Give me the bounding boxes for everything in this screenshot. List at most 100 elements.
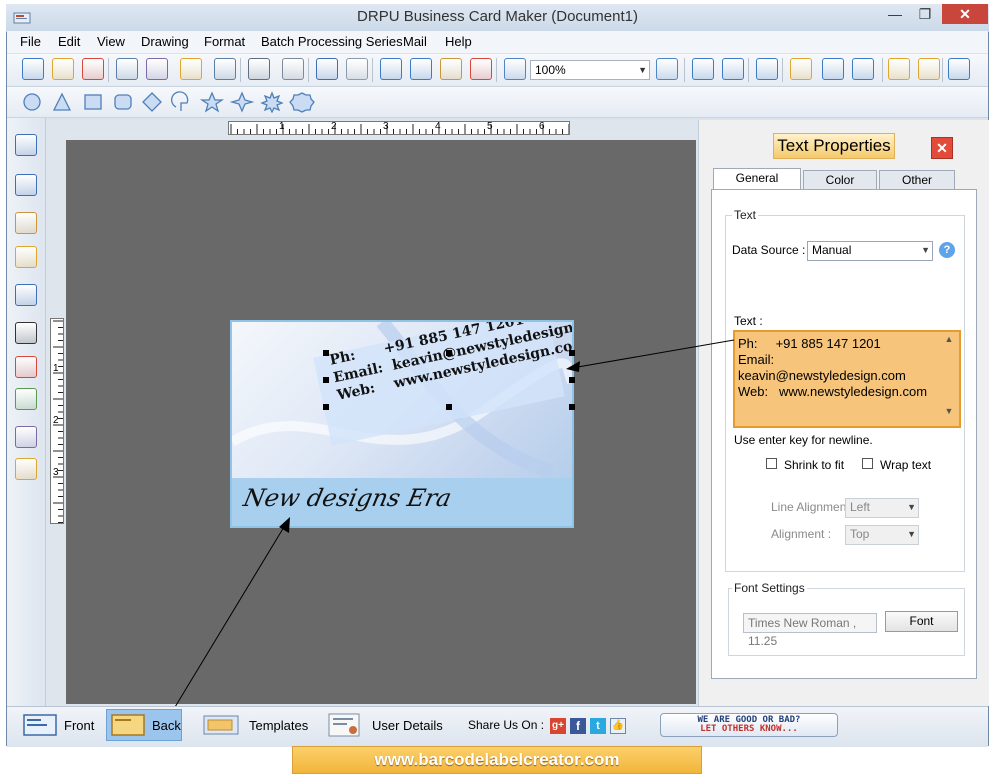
undo-icon[interactable] — [316, 58, 338, 80]
open-icon[interactable] — [52, 58, 74, 80]
menu-drawing[interactable]: Drawing — [141, 34, 189, 49]
shrink-to-fit-checkbox[interactable] — [766, 458, 777, 469]
save-icon[interactable] — [116, 58, 138, 80]
new-icon[interactable] — [22, 58, 44, 80]
diamond-icon[interactable] — [141, 91, 163, 113]
four-point-star-icon[interactable] — [231, 91, 253, 113]
selection-handle[interactable] — [569, 377, 575, 383]
menu-edit[interactable]: Edit — [58, 34, 80, 49]
rate-us-banner[interactable]: WE ARE GOOD OR BAD? LET OTHERS KNOW... — [660, 713, 838, 737]
chevron-down-icon: ▼ — [907, 502, 916, 512]
bring-front-icon[interactable] — [822, 58, 844, 80]
templates-button[interactable]: Templates — [202, 712, 308, 741]
selection-handle[interactable] — [323, 377, 329, 383]
triangle-icon[interactable] — [51, 91, 73, 113]
scroll-up-icon[interactable]: ▲ — [941, 334, 957, 344]
actual-size-icon[interactable] — [692, 58, 714, 80]
front-button[interactable]: Front — [22, 712, 94, 741]
layers-tool-icon[interactable] — [15, 356, 37, 378]
data-source-select[interactable]: Manual ▼ — [807, 241, 933, 261]
send-back-icon[interactable] — [852, 58, 874, 80]
selection-handle[interactable] — [446, 350, 452, 356]
export-icon[interactable] — [180, 58, 202, 80]
grid-icon[interactable] — [756, 58, 778, 80]
copy-icon[interactable] — [380, 58, 402, 80]
rounded-rectangle-icon[interactable] — [111, 91, 133, 113]
selection-handle[interactable] — [446, 404, 452, 410]
website-footer[interactable]: www.barcodelabelcreator.com — [292, 746, 702, 774]
symbol-tool-icon[interactable] — [15, 458, 37, 480]
star-icon[interactable] — [201, 91, 223, 113]
close-button[interactable]: ✕ — [942, 4, 988, 24]
help-icon[interactable]: ? — [939, 242, 955, 258]
selection-handle[interactable] — [569, 404, 575, 410]
data-source-value: Manual — [812, 243, 852, 257]
zoom-select[interactable]: 100% ▼ — [530, 60, 650, 80]
textarea-scrollbar[interactable]: ▲ ▼ — [941, 334, 957, 424]
burst-icon[interactable] — [261, 91, 283, 113]
user-details-button[interactable]: User Details — [327, 712, 443, 741]
tab-general-settings[interactable]: General Settings — [713, 168, 801, 204]
menu-mail[interactable]: Mail — [403, 34, 427, 49]
lock-icon[interactable] — [888, 58, 910, 80]
selection-handle[interactable] — [323, 404, 329, 410]
print-icon[interactable] — [248, 58, 270, 80]
menu-help[interactable]: Help — [445, 34, 472, 49]
google-plus-icon[interactable]: g+ — [550, 718, 566, 734]
watermark-tool-icon[interactable] — [15, 426, 37, 448]
fit-window-icon[interactable] — [722, 58, 744, 80]
close-icon[interactable]: ✕ — [931, 137, 953, 159]
selection-handle[interactable] — [569, 350, 575, 356]
paste-icon[interactable] — [440, 58, 462, 80]
barcode-tool-icon[interactable] — [15, 322, 37, 344]
shapes-toolbar — [7, 87, 988, 118]
scroll-down-icon[interactable]: ▼ — [941, 406, 957, 416]
menu-batch-processing[interactable]: Batch Processing Series — [261, 34, 403, 49]
database-icon[interactable] — [282, 58, 304, 80]
font-settings-label: Font Settings — [732, 581, 807, 595]
properties-icon[interactable] — [214, 58, 236, 80]
like-icon[interactable]: 👍 — [610, 718, 626, 734]
zoom-out-icon[interactable] — [656, 58, 678, 80]
zoom-in-icon[interactable] — [504, 58, 526, 80]
tab-color-settings[interactable]: Color Settings — [803, 170, 877, 206]
templates-label: Templates — [249, 718, 309, 733]
ellipse-icon[interactable] — [21, 91, 43, 113]
text-input-area[interactable]: Ph: +91 885 147 1201 Email: keavin@newst… — [733, 330, 961, 428]
line-alignment-select[interactable]: Left ▼ — [845, 498, 919, 518]
back-button[interactable]: Back — [110, 712, 181, 741]
mail-merge-icon[interactable] — [790, 58, 812, 80]
library-tool-icon[interactable] — [15, 212, 37, 234]
restore-button[interactable]: ❐ — [911, 4, 939, 24]
save-as-icon[interactable] — [146, 58, 168, 80]
menu-format[interactable]: Format — [204, 34, 245, 49]
delete-icon[interactable] — [470, 58, 492, 80]
minimize-button[interactable]: — — [881, 4, 909, 24]
unlock-icon[interactable] — [918, 58, 940, 80]
seal-icon[interactable] — [291, 91, 313, 113]
picture-tool-icon[interactable] — [15, 388, 37, 410]
menu-view[interactable]: View — [97, 34, 125, 49]
pencil-tool-icon[interactable] — [15, 174, 37, 196]
twitter-icon[interactable]: t — [590, 718, 606, 734]
text-tool-icon[interactable] — [15, 134, 37, 156]
cut-icon[interactable] — [410, 58, 432, 80]
alignment-select[interactable]: Top ▼ — [845, 525, 919, 545]
ruler-label: 4 — [435, 121, 441, 132]
rectangle-icon[interactable] — [81, 91, 103, 113]
arc-icon[interactable] — [171, 91, 193, 113]
font-button[interactable]: Font — [885, 611, 958, 632]
view-mode-icon[interactable] — [948, 58, 970, 80]
image-tool-icon[interactable] — [15, 246, 37, 268]
toolbar-separator — [684, 58, 685, 82]
redo-icon[interactable] — [346, 58, 368, 80]
tab-other-settings[interactable]: Other Settings — [879, 170, 955, 206]
card-tagline[interactable]: New designs Era — [241, 484, 454, 512]
close-doc-icon[interactable] — [82, 58, 104, 80]
menu-file[interactable]: File — [20, 34, 41, 49]
selection-handle[interactable] — [323, 350, 329, 356]
business-card[interactable]: Ph: +91 885 147 1201 Email: keavin@newst… — [230, 320, 574, 528]
wrap-text-checkbox[interactable] — [862, 458, 873, 469]
facebook-icon[interactable]: f — [570, 718, 586, 734]
line-tool-icon[interactable] — [15, 284, 37, 306]
